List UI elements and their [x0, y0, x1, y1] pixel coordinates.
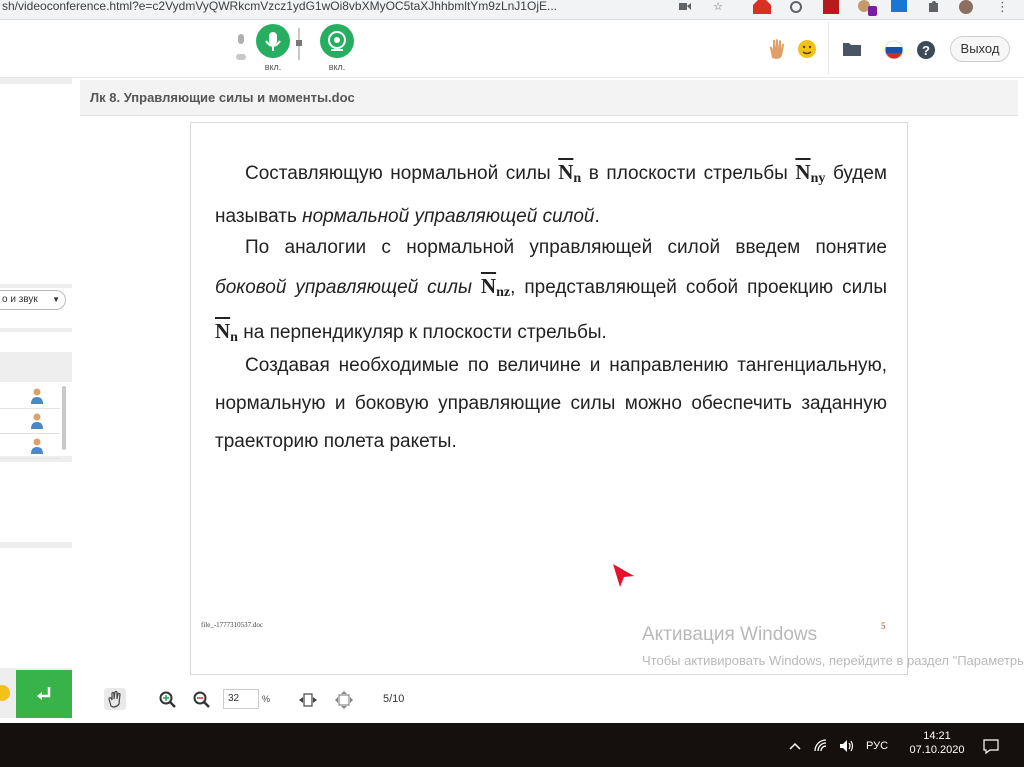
- p2-symbol-nnz: N: [480, 274, 497, 298]
- help-icon[interactable]: ?: [916, 40, 936, 60]
- mic-level-icon: [234, 32, 248, 60]
- users-scrollbar[interactable]: [62, 386, 66, 450]
- volume-slider[interactable]: [296, 28, 302, 60]
- document-title: Лк 8. Управляющие силы и моменты.doc: [80, 80, 1018, 116]
- p2-emphasis: боковой управляющей силы: [215, 277, 472, 298]
- audio-video-select[interactable]: о и звук ▼: [0, 290, 66, 310]
- user-icon: [31, 388, 43, 404]
- p1-text-a: Составляющую нормальной силы: [245, 163, 551, 184]
- browser-menu-icon[interactable]: ⋮: [996, 0, 1009, 14]
- zoom-input[interactable]: 32: [223, 689, 259, 709]
- camera-tab-icon[interactable]: [678, 0, 692, 14]
- fit-page-icon[interactable]: [334, 690, 354, 710]
- chevron-down-icon: ▼: [52, 295, 60, 304]
- microphone-button[interactable]: [256, 24, 290, 58]
- fit-width-icon[interactable]: [298, 690, 318, 710]
- p1-subscript-ny: ny: [810, 171, 826, 186]
- clock-time: 14:21: [923, 730, 951, 742]
- p1-text-b: в плоскости стрельбы: [588, 163, 788, 184]
- zoom-out-icon[interactable]: [192, 690, 212, 710]
- p1-symbol-n: N: [558, 160, 574, 184]
- p1-emphasis: нормальной управляющей силой: [302, 206, 595, 227]
- activation-watermark-text: Чтобы активировать Windows, перейдите в …: [642, 653, 1024, 668]
- url-text[interactable]: sh/videoconference.html?e=c2VydmVyQWRkcm…: [2, 0, 662, 14]
- paragraph-1: Составляющую нормальной силы Nn в плоско…: [215, 153, 887, 236]
- list-item[interactable]: [0, 384, 60, 409]
- audio-select-value: о и звук: [2, 294, 38, 305]
- adblock-icon[interactable]: [752, 0, 772, 14]
- p1-subscript-n: n: [573, 171, 582, 186]
- profile-avatar[interactable]: [956, 0, 976, 14]
- camera-button[interactable]: [320, 24, 354, 58]
- user-icon: [31, 438, 43, 454]
- wifi-icon[interactable]: [812, 737, 830, 755]
- smiley-icon[interactable]: [0, 683, 10, 703]
- page-footer-filename: file_-1777310537.doc: [201, 621, 264, 629]
- p1-end: .: [594, 206, 600, 227]
- chevron-up-icon[interactable]: [786, 737, 804, 755]
- left-panel-section: [0, 462, 72, 542]
- p2-subscript-n: n: [230, 330, 238, 345]
- chat-panel: [0, 548, 72, 668]
- camera-status-label: вкл.: [328, 62, 346, 72]
- browser-address-bar[interactable]: sh/videoconference.html?e=c2VydmVyQWRkcm…: [0, 0, 1024, 20]
- page-number: 5: [881, 621, 886, 631]
- puzzle-extensions-icon[interactable]: [926, 0, 942, 14]
- folder-icon[interactable]: [842, 40, 862, 58]
- users-list: [0, 382, 72, 459]
- page-counter: 5/10: [383, 693, 405, 705]
- speaker-icon[interactable]: [838, 737, 856, 755]
- extension-badge-icon[interactable]: [856, 0, 878, 16]
- pan-hand-icon[interactable]: [104, 688, 126, 710]
- send-button[interactable]: [16, 670, 72, 718]
- p1-symbol-nny: N: [795, 160, 811, 184]
- left-panel: [0, 78, 72, 718]
- zoom-in-icon[interactable]: [158, 690, 178, 710]
- p2-text-c: на перпендикуляр к плоскости стрельбы.: [243, 322, 607, 343]
- activation-watermark-title: Активация Windows: [642, 624, 818, 645]
- list-item[interactable]: [0, 409, 60, 434]
- mic-status-label: вкл.: [264, 62, 282, 72]
- svg-text:?: ?: [922, 43, 930, 58]
- list-item[interactable]: [0, 434, 60, 459]
- windows-taskbar: РУС 14:21 07.10.2020: [0, 723, 1024, 767]
- left-panel-section: [0, 332, 72, 352]
- p2-text-b: , представляющей собой проекцию силы: [510, 277, 887, 298]
- clock-date: 07.10.2020: [909, 744, 965, 756]
- zoom-unit: %: [262, 694, 271, 704]
- user-icon: [31, 413, 43, 429]
- app-toolbar: вкл. вкл. ? Выход: [0, 20, 1024, 78]
- document-page: Составляющую нормальной силы Nn в плоско…: [190, 122, 908, 675]
- document-toolbar: 32 % 5/10: [80, 684, 500, 714]
- flag-extension-icon[interactable]: [890, 0, 908, 14]
- clock[interactable]: 14:21 07.10.2020: [905, 729, 969, 757]
- presenter-pointer-icon: [610, 562, 636, 588]
- language-flag-icon[interactable]: [884, 40, 904, 60]
- pdf-icon[interactable]: [822, 0, 840, 14]
- exit-button[interactable]: Выход: [950, 36, 1010, 62]
- raise-hand-icon[interactable]: [766, 38, 788, 60]
- enter-arrow-icon: [37, 687, 51, 700]
- p2-subscript-nz: nz: [496, 285, 511, 300]
- extension-circle-icon[interactable]: [788, 0, 804, 14]
- paragraph-2: По аналогии с нормальной управляющей сил…: [215, 229, 887, 357]
- emoji-icon[interactable]: [796, 38, 818, 60]
- bookmark-star-icon[interactable]: ☆: [710, 0, 726, 14]
- p2-text-a: По аналогии с нормальной управляющей сил…: [245, 237, 887, 258]
- toolbar-divider: [828, 22, 829, 74]
- p2-symbol-n: N: [215, 319, 231, 343]
- notifications-icon[interactable]: [982, 737, 1000, 755]
- participants-panel: [0, 84, 72, 284]
- paragraph-3: Создавая необходимые по величине и напра…: [215, 355, 887, 452]
- keyboard-language[interactable]: РУС: [866, 740, 888, 752]
